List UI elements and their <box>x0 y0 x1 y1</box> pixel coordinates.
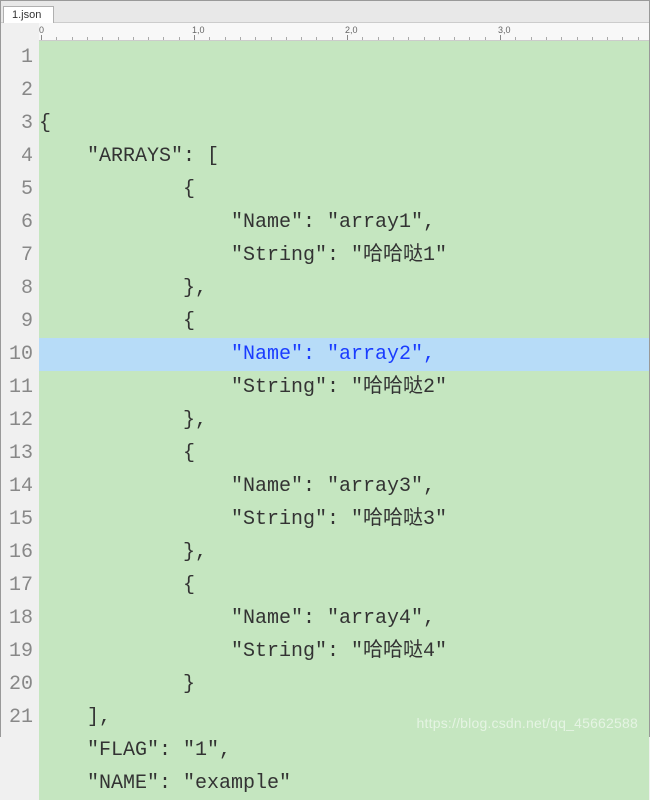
code-line[interactable]: }, <box>39 272 649 305</box>
code-line[interactable]: { <box>39 569 649 602</box>
line-number: 17 <box>1 569 33 602</box>
line-number: 16 <box>1 536 33 569</box>
code-line[interactable]: "String": "哈哈哒1" <box>39 239 649 272</box>
code-area[interactable]: { "ARRAYS": [ { "Name": "array1", "Strin… <box>39 41 649 800</box>
line-number: 7 <box>1 239 33 272</box>
code-line[interactable]: "ARRAYS": [ <box>39 140 649 173</box>
watermark: https://blog.csdn.net/qq_45662588 <box>417 715 638 731</box>
line-number: 18 <box>1 602 33 635</box>
ruler-label: 0 <box>39 25 44 35</box>
code-line[interactable]: }, <box>39 404 649 437</box>
code-line[interactable]: { <box>39 305 649 338</box>
ruler-label: 2,0 <box>345 25 358 35</box>
line-number: 10 <box>1 338 33 371</box>
code-line[interactable]: }, <box>39 536 649 569</box>
tab-bar: 1.json <box>1 1 649 23</box>
code-line[interactable]: { <box>39 173 649 206</box>
code-line[interactable]: "Name": "array4", <box>39 602 649 635</box>
line-number: 5 <box>1 173 33 206</box>
line-number: 12 <box>1 404 33 437</box>
line-number: 9 <box>1 305 33 338</box>
code-line[interactable]: } <box>39 668 649 701</box>
line-number: 15 <box>1 503 33 536</box>
code-line[interactable]: "FLAG": "1", <box>39 734 649 767</box>
file-tab[interactable]: 1.json <box>3 6 54 23</box>
code-line[interactable]: "String": "哈哈哒2" <box>39 371 649 404</box>
code-line[interactable]: "Name": "array2", <box>39 338 649 371</box>
line-number: 21 <box>1 701 33 734</box>
code-line[interactable]: { <box>39 437 649 470</box>
line-number: 4 <box>1 140 33 173</box>
ruler-label: 3,0 <box>498 25 511 35</box>
line-number: 14 <box>1 470 33 503</box>
code-line[interactable]: "String": "哈哈哒4" <box>39 635 649 668</box>
line-number: 13 <box>1 437 33 470</box>
code-editor[interactable]: 123456789101112131415161718192021 { "ARR… <box>1 41 649 800</box>
code-line[interactable]: "Name": "array1", <box>39 206 649 239</box>
line-number: 2 <box>1 74 33 107</box>
code-line[interactable]: { <box>39 107 649 140</box>
ruler: 0 1,0 2,0 3,0 <box>39 23 649 41</box>
line-number: 11 <box>1 371 33 404</box>
code-line[interactable]: "NAME": "example" <box>39 767 649 800</box>
ruler-label: 1,0 <box>192 25 205 35</box>
line-number: 20 <box>1 668 33 701</box>
code-line[interactable]: "String": "哈哈哒3" <box>39 503 649 536</box>
line-number: 19 <box>1 635 33 668</box>
line-number: 8 <box>1 272 33 305</box>
line-number: 1 <box>1 41 33 74</box>
line-number: 6 <box>1 206 33 239</box>
line-number: 3 <box>1 107 33 140</box>
code-line[interactable]: "Name": "array3", <box>39 470 649 503</box>
line-number-gutter: 123456789101112131415161718192021 <box>1 41 39 800</box>
